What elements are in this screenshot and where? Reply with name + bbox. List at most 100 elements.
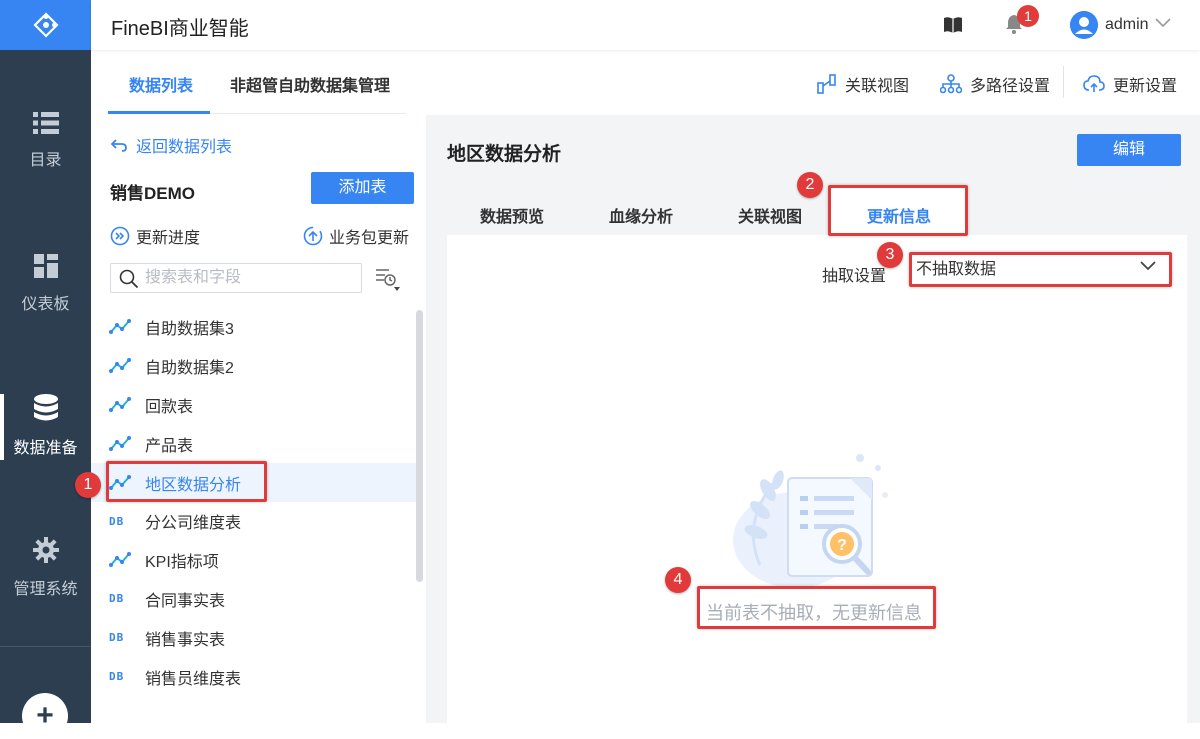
upload-circle-icon	[303, 226, 323, 246]
self-service-dataset-icon	[109, 435, 131, 452]
multipath-label: 多路径设置	[970, 78, 1051, 95]
self-service-dataset-icon	[109, 552, 131, 568]
tab-relation-view[interactable]: 关联视图	[738, 203, 802, 227]
annotation-marker-3: 3	[877, 242, 903, 268]
tab-data-list[interactable]: 数据列表	[129, 72, 193, 96]
logo-icon	[32, 12, 59, 38]
table-row[interactable]: DB 销售员维度表	[91, 657, 416, 696]
table-row[interactable]: 自助数据集2	[91, 347, 416, 386]
rail-item-dashboard[interactable]: 仪表板	[0, 254, 91, 344]
self-service-dataset-icon	[109, 396, 131, 413]
chevron-down-icon[interactable]	[1155, 18, 1171, 28]
notification-badge: 1	[1017, 5, 1039, 27]
db-table-icon: DB	[109, 515, 131, 528]
tab-lineage[interactable]: 血缘分析	[609, 203, 673, 227]
annotation-box-4	[697, 586, 936, 629]
update-progress-link[interactable]: 更新进度	[110, 224, 200, 248]
table-row[interactable]: KPI指标项	[91, 541, 416, 580]
app-title: FineBI商业智能	[111, 18, 249, 40]
rail-item-data-prep[interactable]: 数据准备	[0, 394, 91, 484]
rail-item-admin[interactable]: 管理系统	[0, 537, 91, 627]
tab-self-service-datasets[interactable]: 非超管自助数据集管理	[230, 72, 390, 96]
annotation-box-3	[909, 252, 1172, 287]
toolbar-divider	[1063, 66, 1064, 98]
table-name: 自助数据集3	[145, 321, 234, 339]
cloud-refresh-icon	[1083, 75, 1105, 92]
update-progress-label: 更新进度	[136, 230, 201, 247]
dashboard-icon	[33, 254, 58, 278]
scrollbar[interactable]	[416, 310, 423, 582]
rail-item-catalog[interactable]: 目录	[0, 112, 91, 202]
package-name: 销售DEMO	[110, 184, 195, 203]
table-row[interactable]: DB 分公司维度表	[91, 502, 416, 541]
table-name: 合同事实表	[145, 592, 226, 610]
db-table-icon: DB	[109, 631, 131, 644]
update-settings-label: 更新设置	[1113, 78, 1178, 95]
table-name: 自助数据集2	[145, 360, 234, 378]
svg-text:?: ?	[837, 537, 847, 554]
relation-view-icon	[817, 74, 836, 94]
annotation-box-1	[106, 461, 267, 502]
avatar-icon[interactable]	[1070, 11, 1098, 39]
back-label: 返回数据列表	[136, 139, 233, 156]
database-icon	[33, 394, 58, 421]
table-row[interactable]: DB 销售事实表	[91, 618, 416, 657]
add-button[interactable]: +	[22, 693, 68, 739]
rail-label: 仪表板	[21, 296, 70, 313]
table-name: 销售事实表	[145, 631, 226, 649]
gear-icon	[32, 537, 59, 563]
db-icon-text: DB	[109, 514, 125, 528]
self-service-dataset-icon	[109, 358, 131, 374]
rail-divider	[0, 646, 91, 647]
package-update-label: 业务包更新	[329, 230, 410, 247]
filter-sort-icon[interactable]	[375, 267, 401, 291]
table-title: 地区数据分析	[447, 144, 562, 165]
db-table-icon: DB	[109, 592, 131, 605]
back-arrow-icon	[110, 139, 127, 152]
db-table-icon: DB	[109, 670, 131, 683]
table-row[interactable]: DB 合同事实表	[91, 580, 416, 619]
rail-label: 管理系统	[13, 581, 78, 598]
top-header: FineBI商业智能 1 admin	[91, 0, 1200, 50]
rail-label: 目录	[29, 152, 62, 169]
tab-data-preview[interactable]: 数据预览	[480, 203, 544, 227]
update-settings-button[interactable]: 更新设置	[1083, 72, 1177, 96]
nav-rail: 目录 仪表板 数据准备 管理系统 +	[0, 0, 91, 739]
db-icon-text: DB	[109, 592, 125, 606]
relation-view-label: 关联视图	[845, 78, 910, 95]
table-name: 分公司维度表	[145, 515, 242, 533]
search-icon	[119, 269, 139, 289]
extract-settings-label: 抽取设置	[822, 268, 887, 285]
table-name: KPI指标项	[145, 554, 219, 572]
search-field[interactable]	[110, 263, 362, 293]
back-to-list-link[interactable]: 返回数据列表	[110, 133, 232, 157]
progress-icon	[110, 226, 130, 246]
db-icon-text: DB	[109, 631, 125, 645]
annotation-box-2	[828, 185, 968, 236]
multipath-settings-button[interactable]: 多路径设置	[940, 72, 1050, 96]
search-input[interactable]	[145, 268, 355, 288]
annotation-marker-1: 1	[75, 472, 101, 498]
table-row[interactable]: 回款表	[91, 386, 416, 425]
book-icon[interactable]	[943, 16, 963, 34]
relation-view-button[interactable]: 关联视图	[817, 72, 909, 96]
hierarchy-icon	[940, 74, 962, 94]
empty-state-illustration: ?	[733, 454, 888, 588]
active-tab-underline	[108, 111, 210, 114]
app-logo[interactable]	[0, 0, 91, 50]
annotation-marker-4: 4	[665, 567, 691, 593]
edit-button[interactable]: 编辑	[1077, 134, 1181, 166]
list-icon	[32, 112, 59, 134]
table-name: 销售员维度表	[145, 670, 242, 688]
table-name: 回款表	[145, 398, 194, 416]
add-table-button[interactable]: 添加表	[311, 172, 414, 204]
rail-label: 数据准备	[13, 440, 78, 457]
table-name: 产品表	[145, 437, 194, 455]
user-name[interactable]: admin	[1105, 16, 1149, 34]
table-row[interactable]: 自助数据集3	[91, 308, 416, 347]
annotation-marker-2: 2	[797, 172, 823, 198]
self-service-dataset-icon	[109, 319, 131, 335]
table-row[interactable]: 产品表	[91, 424, 416, 463]
db-icon-text: DB	[109, 670, 125, 684]
package-update-link[interactable]: 业务包更新	[303, 224, 409, 248]
